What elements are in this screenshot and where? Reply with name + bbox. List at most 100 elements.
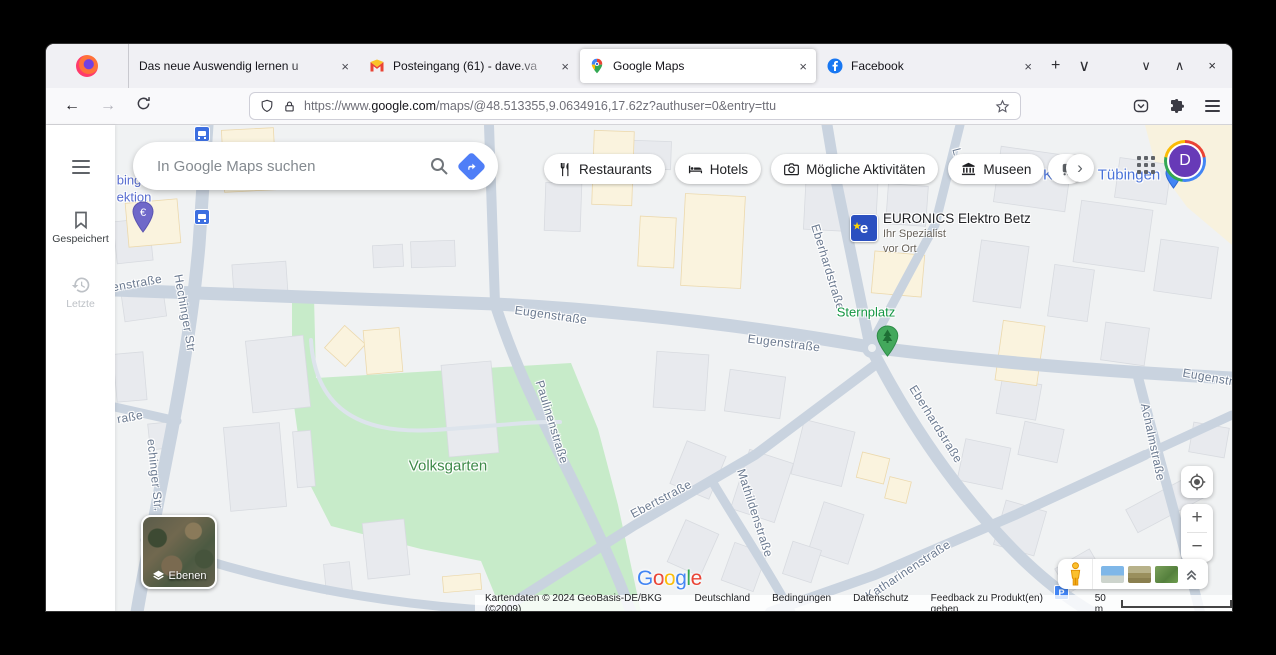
directions-button[interactable] (457, 151, 487, 181)
new-tab-button[interactable]: + (1042, 57, 1069, 75)
tab-memorize[interactable]: Das neue Auswendig lernen u× (130, 49, 358, 83)
imagery-thumb[interactable] (1155, 566, 1178, 583)
tab-close-button[interactable]: × (799, 60, 807, 73)
museum-icon (961, 162, 976, 177)
tab-close-button[interactable]: × (341, 60, 349, 73)
roundabout-center (868, 344, 876, 352)
chip-label: Mögliche Aktivitäten (806, 162, 925, 177)
layers-label: Ebenen (169, 570, 207, 582)
account-avatar[interactable]: D (1164, 140, 1206, 182)
pegman[interactable] (1058, 559, 1093, 589)
map-scale: 50 m (1095, 593, 1232, 612)
firefox-menu-zone[interactable] (46, 44, 129, 88)
extensions-puzzle-icon[interactable] (1169, 98, 1185, 114)
attribution-link[interactable]: Datenschutz (853, 593, 909, 612)
chip-museen[interactable]: Museen (948, 154, 1044, 184)
imagery-thumbnails (1101, 566, 1178, 583)
lock-icon (283, 100, 296, 113)
shield-icon[interactable] (260, 99, 274, 113)
history-icon (71, 275, 91, 295)
attribution-link[interactable]: Feedback zu Produkt(en) geben (931, 593, 1055, 612)
recent-label: Letzte (66, 298, 95, 310)
tab-close-button[interactable]: × (561, 60, 569, 73)
transit-stop-marker[interactable] (194, 126, 210, 142)
chip-label: Hotels (710, 162, 748, 177)
avatar-letter: D (1167, 143, 1203, 179)
chips-scroll-next-button[interactable]: › (1066, 154, 1094, 182)
maps-search-box[interactable] (133, 142, 498, 190)
maximize-button[interactable]: ∧ (1175, 58, 1185, 74)
business-sub2: vor Ort (883, 243, 1031, 255)
streetview-bar (1058, 559, 1208, 589)
camera-icon (784, 162, 799, 177)
tab-gmail[interactable]: Posteingang (61) - dave.va × (360, 49, 578, 83)
sidebar-item-recent[interactable]: Letzte (46, 275, 115, 310)
google-maps-icon (589, 58, 605, 74)
directions-icon (465, 160, 478, 173)
forward-button[interactable]: → (90, 97, 126, 115)
layers-icon (152, 569, 165, 582)
zoom-out-button[interactable]: − (1181, 533, 1213, 561)
minimize-button[interactable]: ∨ (1141, 58, 1151, 74)
tab-title: Facebook (851, 59, 1017, 73)
tab-bar: Das neue Auswendig lernen u×Posteingang … (46, 44, 1232, 88)
scale-label: 50 m (1095, 593, 1115, 612)
atm-euro-pin[interactable]: € (132, 201, 154, 238)
reload-button[interactable] (126, 96, 161, 116)
app-menu-icon[interactable] (1205, 100, 1220, 112)
euronics-logo-marker[interactable]: ★e (850, 214, 878, 242)
google-apps-grid-icon[interactable] (1127, 146, 1157, 176)
chip-label: Museen (983, 162, 1031, 177)
chip-hotels[interactable]: Hotels (675, 154, 761, 184)
google-logo[interactable]: Google (637, 567, 702, 591)
attribution-link[interactable]: Deutschland (695, 593, 751, 612)
imagery-thumb[interactable] (1101, 566, 1124, 583)
layers-button[interactable]: Ebenen (141, 515, 217, 589)
tab-close-button[interactable]: × (1024, 60, 1032, 73)
maps-menu-button[interactable] (66, 154, 96, 180)
browser-window: Das neue Auswendig lernen u×Posteingang … (46, 44, 1232, 611)
maps-sidebar: Gespeichert Letzte (46, 125, 115, 611)
double-chevron-up-icon (1184, 567, 1199, 582)
navigation-bar: ← → https://www.google.com/maps/@48.5133… (46, 88, 1232, 125)
business-label[interactable]: EURONICS Elektro Betz Ihr Spezialist vor… (883, 213, 1031, 255)
url-bar[interactable]: https://www.google.com/maps/@48.513355,9… (249, 92, 1021, 120)
tab-list-button[interactable]: ∨ (1069, 56, 1099, 76)
page-content: Gespeichert Letzte (46, 125, 1232, 611)
category-chips: Restaurants Hotels Mögliche Aktivitäten Mus… (544, 154, 1044, 184)
zoom-in-button[interactable]: + (1181, 504, 1213, 532)
back-button[interactable]: ← (54, 97, 90, 115)
bookmark-star-icon[interactable] (995, 99, 1010, 114)
chip-label: Restaurants (579, 162, 652, 177)
chip-m-gliche-aktivit-ten[interactable]: Mögliche Aktivitäten (771, 154, 938, 184)
restaurants-icon (557, 162, 572, 177)
transit-stop-marker[interactable] (194, 209, 210, 225)
park2-label-sternplatz[interactable]: Sternplatz (837, 305, 896, 320)
tab-maps[interactable]: Google Maps× (580, 49, 816, 83)
attribution-text: Kartendaten © 2024 GeoBasis-DE/BKG (©200… (485, 593, 673, 612)
pocket-icon[interactable] (1133, 98, 1149, 114)
tab-facebook[interactable]: Facebook × (818, 49, 1041, 83)
search-icon (429, 156, 449, 176)
chip-restaurants[interactable]: Restaurants (544, 154, 665, 184)
tab-title: Posteingang (61) - dave.va (393, 59, 554, 73)
search-input[interactable] (155, 157, 417, 176)
my-location-button[interactable] (1181, 466, 1213, 498)
map-canvas[interactable]: Restaurants Hotels Mögliche Aktivitäten Mus… (115, 125, 1232, 611)
expand-imagery-button[interactable] (1184, 567, 1199, 582)
pegman-icon (1069, 562, 1082, 586)
scale-bar (1121, 600, 1232, 608)
reload-icon (136, 96, 151, 111)
business-sub1: Ihr Spezialist (883, 228, 1031, 240)
facebook-icon (827, 58, 843, 74)
svg-text:€: € (140, 207, 146, 219)
search-button[interactable] (417, 156, 461, 176)
url-text: https://www.google.com/maps/@48.513355,9… (304, 99, 995, 113)
firefox-icon (76, 55, 98, 77)
imagery-thumb[interactable] (1128, 566, 1151, 583)
close-window-button[interactable]: × (1208, 58, 1216, 74)
attribution-link[interactable]: Bedingungen (772, 593, 831, 612)
park-label-volksgarten[interactable]: Volksgarten (409, 458, 487, 475)
sidebar-item-saved[interactable]: Gespeichert (46, 210, 115, 245)
sternplatz-tree-pin[interactable] (876, 325, 899, 362)
